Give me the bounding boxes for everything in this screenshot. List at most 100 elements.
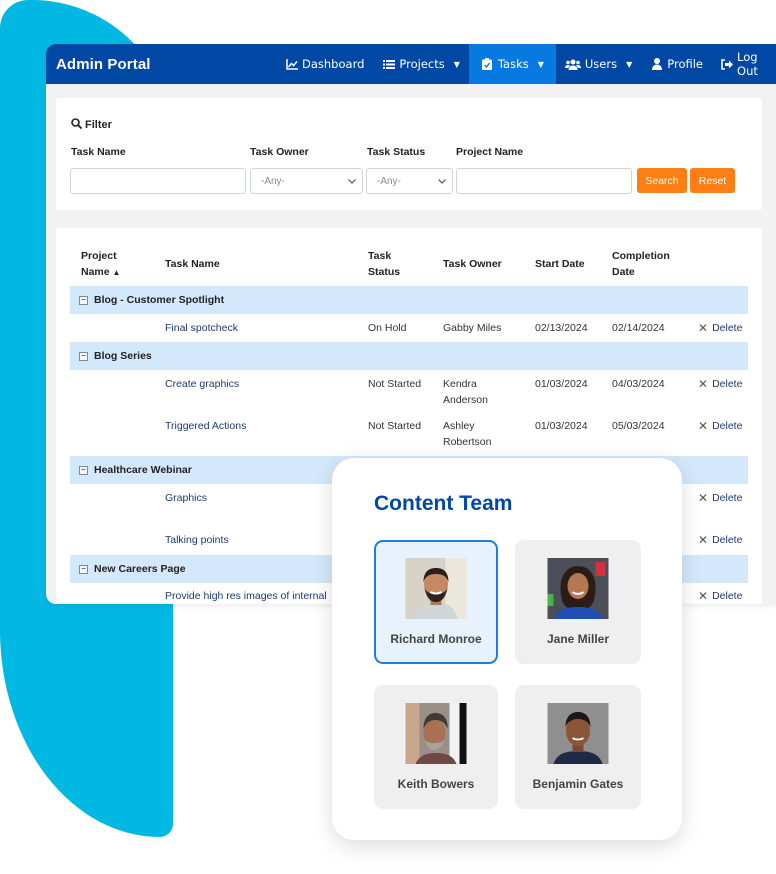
task-status: On Hold (368, 322, 407, 334)
nav-projects[interactable]: Projects ▼ (373, 44, 469, 84)
col-start-date[interactable]: Start Date (535, 256, 585, 272)
task-name-link[interactable]: Create graphics (165, 377, 239, 393)
content-team-card: Content Team Richard Monroe Jane Miller … (332, 458, 682, 840)
search-button[interactable]: Search (637, 168, 687, 193)
avatar (547, 558, 609, 619)
project-name-input[interactable] (456, 168, 632, 194)
delete-button[interactable]: ✕ Delete (698, 419, 742, 435)
nav-profile[interactable]: Profile (641, 44, 712, 84)
task-owner: Kendra Anderson (443, 378, 488, 406)
team-title: Content Team (374, 492, 513, 515)
col-project-name[interactable]: Project Name ▲ (81, 248, 120, 281)
member-card-jane-miller[interactable]: Jane Miller (515, 540, 641, 664)
start-date: 01/03/2024 (535, 420, 588, 432)
member-name: Jane Miller (546, 632, 610, 646)
task-status-selected: -Any- (377, 175, 401, 187)
group-project-name: Blog - Customer Spotlight (94, 294, 225, 306)
nav-menu: Dashboard Projects ▼ Tasks ▼ Users ▼ Pro… (276, 44, 776, 84)
close-icon: ✕ (698, 491, 709, 505)
task-name-link[interactable]: Triggered Actions (165, 419, 246, 435)
task-status-select[interactable]: -Any- (366, 168, 453, 194)
reset-button[interactable]: Reset (690, 168, 735, 193)
task-name-link[interactable]: Final spotcheck (165, 321, 238, 337)
start-date: 01/03/2024 (535, 378, 588, 390)
sort-asc-icon: ▲ (112, 268, 121, 277)
top-navbar: Admin Portal Dashboard Projects ▼ Tasks (46, 44, 776, 84)
task-owner: Ashley Robertson (443, 420, 492, 448)
nav-logout[interactable]: Log Out (712, 44, 776, 84)
chevron-down-icon: ▼ (537, 59, 544, 69)
close-icon: ✕ (698, 533, 709, 547)
nav-profile-label: Profile (667, 57, 704, 71)
task-owner-label: Task Owner (250, 146, 309, 158)
col-task-name[interactable]: Task Name (165, 256, 220, 272)
delete-button[interactable]: ✕ Delete (698, 321, 742, 337)
member-card-benjamin-gates[interactable]: Benjamin Gates (515, 685, 641, 809)
filter-panel: Filter Task Name Task Owner Task Status … (56, 98, 762, 210)
close-icon: ✕ (698, 419, 709, 433)
completion-date: 04/03/2024 (612, 378, 665, 390)
task-status: Not Started (368, 420, 422, 432)
start-date: 02/13/2024 (535, 322, 588, 334)
delete-button[interactable]: ✕ Delete (698, 377, 742, 393)
nav-users[interactable]: Users ▼ (556, 44, 641, 84)
avatar (405, 703, 467, 764)
task-status-label: Task Status (367, 146, 426, 158)
nav-logout-label: Log Out (737, 50, 758, 78)
filter-heading: Filter (71, 118, 112, 132)
member-name: Keith Bowers (397, 777, 475, 791)
close-icon: ✕ (698, 589, 709, 603)
member-name: Richard Monroe (390, 632, 482, 646)
col-completion-date[interactable]: Completion Date (612, 248, 670, 280)
nav-tasks[interactable]: Tasks ▼ (468, 44, 556, 84)
collapse-icon[interactable]: − (79, 564, 88, 574)
filter-title: Filter (85, 119, 112, 131)
chart-line-icon (285, 58, 298, 71)
clipboard-check-icon (481, 58, 494, 71)
task-name-link[interactable]: Provide high res images of internal (165, 589, 327, 604)
task-status: Not Started (368, 378, 422, 390)
user-icon (650, 58, 663, 71)
delete-button[interactable]: ✕ Delete (698, 533, 742, 549)
chevron-down-icon: ▼ (626, 59, 633, 69)
sign-out-icon (721, 58, 734, 71)
chevron-down-icon: ▼ (453, 59, 460, 69)
group-row[interactable]: − Blog - Customer Spotlight (70, 286, 748, 314)
col-task-status[interactable]: Task Status (368, 248, 400, 280)
collapse-icon[interactable]: − (79, 351, 88, 361)
table-header: Project Name ▲ Task Name Task Status Tas… (70, 246, 748, 286)
close-icon: ✕ (698, 377, 709, 391)
task-name-input[interactable] (70, 168, 246, 194)
search-icon (71, 118, 83, 132)
chevron-down-icon (438, 176, 446, 187)
avatar (405, 558, 467, 619)
collapse-icon[interactable]: − (79, 465, 88, 475)
group-row[interactable]: − Blog Series (70, 342, 748, 370)
nav-users-label: Users (584, 57, 618, 71)
task-name-link[interactable]: Graphics (165, 491, 207, 507)
list-icon (382, 58, 395, 71)
delete-button[interactable]: ✕ Delete (698, 491, 742, 507)
nav-projects-label: Projects (399, 57, 445, 71)
project-name-label: Project Name (456, 146, 524, 158)
group-project-name: New Careers Page (94, 563, 186, 575)
group-project-name: Blog Series (94, 350, 152, 362)
delete-button[interactable]: ✕ Delete (698, 589, 742, 604)
collapse-icon[interactable]: − (79, 295, 88, 305)
nav-tasks-label: Tasks (497, 57, 529, 71)
member-card-keith-bowers[interactable]: Keith Bowers (374, 685, 498, 809)
close-icon: ✕ (698, 321, 709, 335)
task-name-link[interactable]: Talking points (165, 533, 229, 549)
completion-date: 02/14/2024 (612, 322, 665, 334)
avatar (547, 703, 609, 764)
chevron-down-icon (348, 176, 356, 187)
col-task-owner[interactable]: Task Owner (443, 256, 502, 272)
task-owner: Gabby Miles (443, 322, 502, 334)
users-icon (564, 58, 581, 71)
nav-dashboard[interactable]: Dashboard (276, 44, 373, 84)
member-card-richard-monroe[interactable]: Richard Monroe (374, 540, 498, 664)
task-owner-select[interactable]: -Any- (250, 168, 363, 194)
nav-dashboard-label: Dashboard (302, 57, 365, 71)
member-name: Benjamin Gates (532, 777, 624, 791)
brand-title[interactable]: Admin Portal (56, 56, 151, 73)
